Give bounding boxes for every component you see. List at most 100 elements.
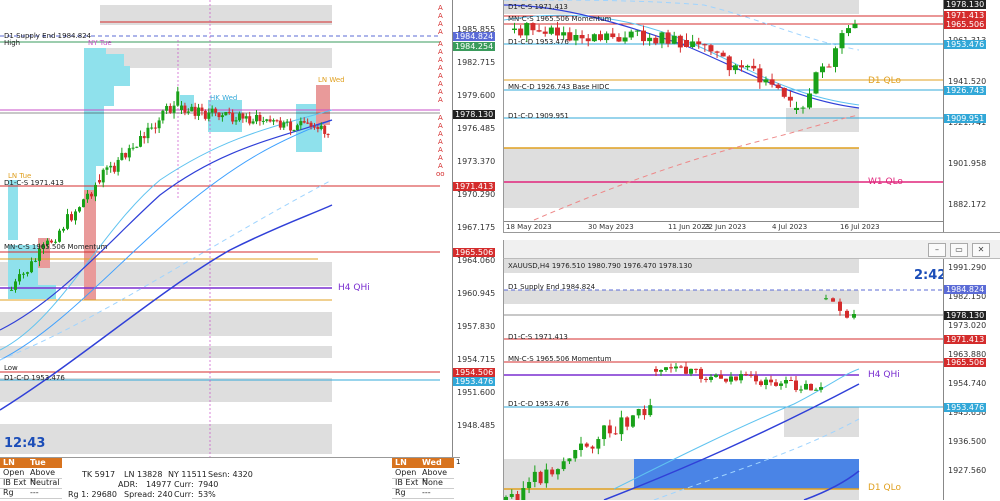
price-tag: 1909.951 bbox=[944, 114, 987, 123]
candle-body bbox=[642, 408, 647, 416]
candle-body bbox=[794, 380, 798, 391]
date-label: 30 May 2023 bbox=[588, 223, 634, 231]
price-tag: 1971.413 bbox=[944, 335, 987, 344]
candle-body bbox=[708, 45, 714, 52]
candle-body bbox=[826, 66, 832, 68]
candle-body bbox=[590, 446, 595, 449]
candle-body bbox=[66, 214, 69, 229]
candle-body bbox=[604, 33, 610, 41]
candle-body bbox=[18, 274, 21, 282]
price-tick: 1948.485 bbox=[457, 421, 496, 430]
svg-text:A: A bbox=[438, 146, 443, 154]
candle-body bbox=[622, 37, 628, 42]
candle-body bbox=[289, 121, 293, 131]
h4-titlebar[interactable]: – ▭ ✕ bbox=[503, 240, 1000, 259]
candle-body bbox=[139, 136, 142, 147]
candle-body bbox=[248, 116, 252, 124]
candle-body bbox=[579, 34, 585, 39]
svg-text:A: A bbox=[438, 80, 443, 88]
candle-body bbox=[787, 96, 793, 101]
price-tick: 1982.715 bbox=[457, 58, 496, 67]
candle-body bbox=[689, 368, 693, 374]
daily-chart-canvas[interactable] bbox=[504, 0, 944, 232]
daily-w1-qlo-label: W1 QLo bbox=[868, 177, 903, 187]
ny-stat: NY 11511 bbox=[168, 470, 207, 479]
candle-body bbox=[532, 471, 537, 482]
candle-body bbox=[197, 107, 201, 116]
candle-body bbox=[116, 159, 120, 172]
candle-body bbox=[671, 35, 677, 44]
daily-top-label: D1-C-S 1971.413 bbox=[508, 3, 568, 11]
svg-text:A: A bbox=[438, 162, 443, 170]
axis-marker: oo bbox=[436, 170, 445, 178]
candle-body bbox=[779, 383, 783, 386]
daily-price-axis[interactable]: 1961.3131941.5201921.7411901.9581882.172… bbox=[943, 0, 1000, 250]
candle-body bbox=[90, 193, 93, 197]
price-tick: 1901.958 bbox=[948, 159, 987, 168]
svg-text:A: A bbox=[438, 88, 443, 96]
date-label: 22 Jun 2023 bbox=[704, 223, 747, 231]
candle-body bbox=[227, 112, 231, 114]
candle-body bbox=[794, 107, 799, 110]
left-price-axis[interactable]: 1985.855 1982.715 1979.600 1976.485 1973.370… bbox=[452, 0, 501, 457]
price-tag: 1954.506 bbox=[453, 368, 496, 377]
session-row-value: Neutral bbox=[30, 478, 60, 487]
candle-body bbox=[561, 32, 567, 36]
price-tick: 1936.500 bbox=[948, 437, 987, 446]
price-tick: 1970.290 bbox=[457, 190, 496, 199]
candle-body bbox=[30, 261, 33, 273]
price-tick: 1976.485 bbox=[457, 124, 496, 133]
minimize-button[interactable]: – bbox=[928, 243, 946, 257]
close-button[interactable]: ✕ bbox=[972, 243, 990, 257]
price-tick: 1973.020 bbox=[948, 321, 987, 330]
candle-body bbox=[278, 120, 282, 128]
svg-text:A: A bbox=[438, 20, 443, 28]
candle-body bbox=[135, 146, 139, 148]
candle-body bbox=[634, 30, 640, 32]
candle-body bbox=[684, 40, 689, 48]
candle-body bbox=[628, 31, 634, 38]
candle-body bbox=[596, 439, 601, 449]
candle-body bbox=[800, 107, 806, 109]
candle-body bbox=[86, 193, 89, 200]
session-row-value: --- bbox=[30, 488, 39, 497]
svg-text:A: A bbox=[438, 96, 443, 104]
candle-body bbox=[98, 180, 101, 183]
candle-body bbox=[265, 119, 269, 121]
candle-body bbox=[769, 79, 775, 85]
candle-body bbox=[231, 112, 235, 122]
maximize-button[interactable]: ▭ bbox=[950, 243, 968, 257]
h4-price-axis[interactable]: 1991.290 1982.150 1973.020 1963.880 1954.740… bbox=[943, 259, 1000, 500]
candle-body bbox=[14, 281, 17, 290]
left-chart[interactable]: AAA AAA AAA AAA AAA AAA A D1 Supply End … bbox=[0, 0, 461, 457]
svg-text:A: A bbox=[438, 122, 443, 130]
candle-body bbox=[538, 471, 543, 484]
candle-body bbox=[573, 34, 579, 41]
candle-body bbox=[190, 106, 194, 112]
candle-body bbox=[607, 425, 612, 434]
candle-body bbox=[659, 369, 663, 372]
h4-chart[interactable]: XAUUSD,H4 1976.510 1980.790 1976.470 197… bbox=[503, 259, 1000, 500]
candle-body bbox=[299, 121, 303, 126]
candle-body bbox=[183, 105, 187, 113]
adr-value: 14977 bbox=[146, 480, 172, 489]
candle-body bbox=[674, 366, 678, 369]
session-num-right: 1 bbox=[456, 458, 461, 466]
candle-body bbox=[619, 417, 624, 435]
session-row-value: None bbox=[422, 478, 443, 487]
left-chart-canvas[interactable]: AAA AAA AAA AAA AAA AAA A bbox=[0, 0, 460, 457]
candle-body bbox=[530, 23, 536, 31]
candle-body bbox=[316, 126, 320, 129]
candle-body bbox=[702, 44, 708, 46]
price-tag: 1965.506 bbox=[453, 248, 496, 257]
svg-text:A: A bbox=[438, 72, 443, 80]
candle-body bbox=[94, 184, 97, 197]
candle-body bbox=[781, 88, 787, 97]
session-row: Rg --- bbox=[0, 488, 62, 499]
price-tag: 1984.824 bbox=[944, 285, 987, 294]
svg-text:A: A bbox=[438, 114, 443, 122]
daily-chart[interactable]: D1-C-S 1971.413 MN-C-S 1965.506 Momentum… bbox=[503, 0, 1000, 233]
candle-body bbox=[153, 127, 157, 129]
candle-body bbox=[804, 383, 808, 390]
candle-body bbox=[648, 405, 653, 416]
